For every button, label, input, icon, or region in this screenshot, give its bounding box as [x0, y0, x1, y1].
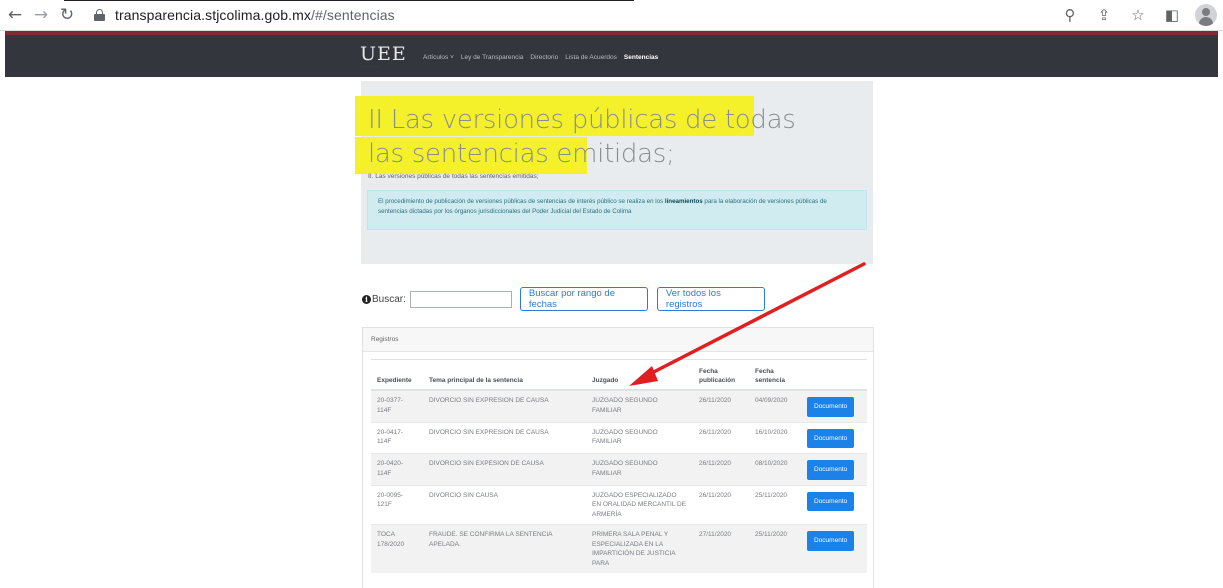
logo-text: UEE [360, 43, 407, 65]
cell-tema: DIVORCIO SIN EXPESION DE CAUSA [423, 453, 586, 485]
table-row: 20-0377-114F DIVORCIO SIN EXPRESION DE C… [371, 389, 867, 422]
cell-fecha-sentencia: 08/10/2020 [749, 453, 801, 485]
column-header: Fecha publicación [693, 364, 749, 391]
cell-expediente: 20-0420-114F [371, 453, 423, 485]
cell-fecha-publicacion: 26/11/2020 [693, 421, 749, 454]
site-header: UEE . . . . . . . . . . . . Artículos ˅ … [5, 31, 1218, 77]
profile-avatar-icon[interactable] [1195, 4, 1217, 26]
site-logo[interactable]: UEE . . . . . . . . . . . . [360, 44, 410, 72]
cell-expediente: TOCA 178/2020 [371, 524, 423, 573]
cell-juzgado: PRIMERA SALA PENAL Y ESPECIALIZADA EN LA… [586, 524, 693, 573]
share-icon[interactable]: ⇪ [1093, 4, 1115, 26]
site-nav: Artículos ˅ Ley de Transparencia Directo… [423, 54, 658, 61]
card-header: Registros [363, 328, 873, 352]
info-icon: i [362, 294, 371, 304]
documento-button[interactable]: Documento [807, 531, 855, 551]
lineamientos-link[interactable]: lineamientos [665, 198, 703, 205]
table-row: 20-0420-114F DIVORCIO SIN EXPESION DE CA… [371, 453, 867, 485]
cell-juzgado: JUZGADO SEGUNDO FAMILIAR [586, 421, 693, 454]
cell-fecha-publicacion: 27/11/2020 [693, 524, 749, 573]
browser-actions: ⚲ ⇪ ☆ ◧ [1059, 4, 1217, 26]
cell-juzgado: JUZGADO SEGUNDO FAMILIAR [586, 453, 693, 485]
cell-tema: DIVORCIO SIN CAUSA [423, 484, 586, 525]
cell-fecha-publicacion: 26/11/2020 [693, 389, 749, 422]
search-row: i Buscar: Buscar por rango de fechas Ver… [362, 287, 765, 311]
date-range-search-button[interactable]: Buscar por rango de fechas [519, 287, 648, 311]
cell-fecha-publicacion: 26/11/2020 [693, 484, 749, 525]
address-bar[interactable]: transparencia.stjcolima.gob.mx/#/sentenc… [64, 0, 634, 27]
info-alert: El procedimiento de publicación de versi… [367, 190, 867, 230]
documento-button[interactable]: Documento [807, 428, 855, 448]
side-panel-icon[interactable]: ◧ [1161, 4, 1183, 26]
column-header: Juzgado [586, 364, 693, 391]
cell-fecha-sentencia: 25/11/2020 [749, 484, 801, 525]
search-label: Buscar: [372, 293, 406, 305]
nav-articulos[interactable]: Artículos ˅ [423, 54, 454, 61]
table-header-row: Expediente Tema principal de la sentenci… [371, 364, 867, 391]
cell-fecha-publicacion: 26/11/2020 [693, 453, 749, 485]
cell-expediente: 20-0417-114F [371, 421, 423, 454]
nav-lista-acuerdos[interactable]: Lista de Acuerdos [565, 54, 617, 61]
browser-toolbar: ← → ↻ transparencia.stjcolima.gob.mx/#/s… [0, 0, 1223, 31]
cell-tema: DIVORCIO SIN EXPRESION DE CAUSA [423, 389, 586, 422]
nav-directorio[interactable]: Directorio [530, 54, 558, 61]
cell-fecha-sentencia: 16/10/2020 [749, 421, 801, 454]
url-host: transparencia.stjcolima.gob.mx [115, 7, 311, 23]
view-all-records-button[interactable]: Ver todos los registros [656, 287, 765, 311]
back-icon[interactable]: ← [4, 4, 26, 26]
documento-button[interactable]: Documento [807, 491, 855, 511]
cell-fecha-sentencia: 25/11/2020 [749, 524, 801, 573]
url-path: /#/sentencias [310, 7, 395, 23]
cell-expediente: 20-0377-114F [371, 389, 423, 422]
records-table: Expediente Tema principal de la sentenci… [371, 364, 867, 573]
url-text[interactable]: transparencia.stjcolima.gob.mx/#/sentenc… [115, 7, 395, 23]
documento-button[interactable]: Documento [807, 397, 855, 417]
page-subtitle: II. Las versiones públicas de todas las … [368, 173, 539, 180]
records-card: Registros Expediente Tema principal de l… [362, 327, 874, 588]
cell-tema: FRAUDE. SE CONFIRMA LA SENTENCIA APELADA… [423, 524, 586, 573]
bookmark-star-icon[interactable]: ☆ [1127, 4, 1149, 26]
cell-expediente: 20-0095-121F [371, 484, 423, 525]
column-header: Tema principal de la sentencia [423, 364, 586, 391]
column-header [801, 364, 867, 391]
column-header: Expediente [371, 364, 423, 391]
cell-juzgado: JUZGADO SEGUNDO FAMILIAR [586, 389, 693, 422]
documento-button[interactable]: Documento [807, 460, 855, 480]
nav-sentencias[interactable]: Sentencias [624, 54, 658, 61]
lock-icon[interactable] [94, 9, 105, 21]
column-header: Fecha sentencia [749, 364, 801, 391]
table-row: 20-0417-114F DIVORCIO SIN EXPRESION DE C… [371, 421, 867, 454]
cell-juzgado: JUZGADO ESPECIALIZADO EN ORALIDAD MERCAN… [586, 484, 693, 525]
cell-tema: DIVORCIO SIN EXPRESION DE CAUSA [423, 421, 586, 454]
table-row: 20-0095-121F DIVORCIO SIN CAUSA JUZGADO … [371, 484, 867, 525]
forward-icon[interactable]: → [30, 4, 52, 26]
reload-icon[interactable]: ↻ [56, 4, 78, 26]
zoom-icon[interactable]: ⚲ [1059, 4, 1081, 26]
nav-ley-transparencia[interactable]: Ley de Transparencia [461, 54, 524, 61]
search-input[interactable] [409, 290, 512, 308]
cell-fecha-sentencia: 04/09/2020 [749, 389, 801, 422]
page-title: II Las versiones públicas de todas las s… [368, 105, 796, 169]
table-row: TOCA 178/2020 FRAUDE. SE CONFIRMA LA SEN… [371, 524, 867, 573]
